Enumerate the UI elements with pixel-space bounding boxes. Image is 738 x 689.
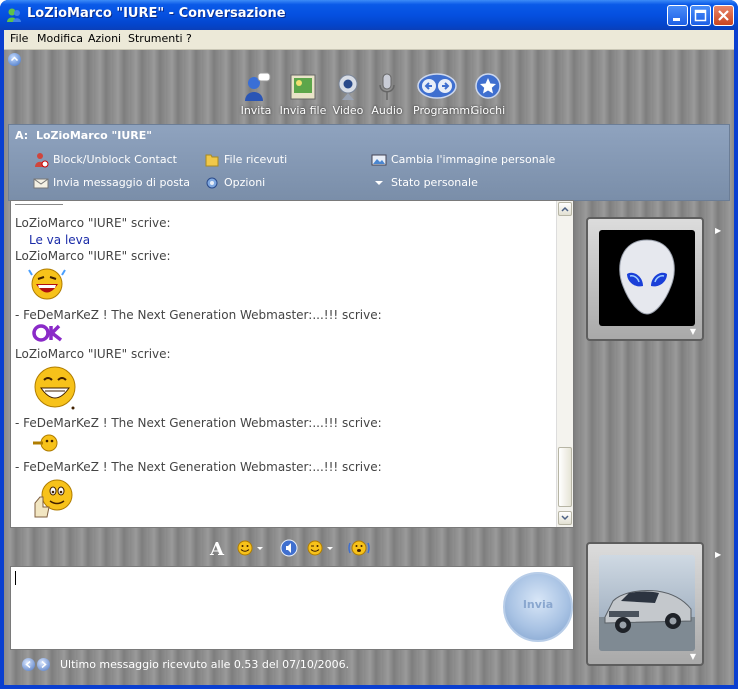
thumbs-up-emoticon	[34, 479, 73, 518]
message-text: Le va leva	[29, 233, 91, 247]
personal-status-label: Stato personale	[391, 176, 478, 189]
ok-emoticon	[32, 324, 63, 342]
options-icon	[206, 177, 218, 189]
scroll-up-button[interactable]	[558, 202, 572, 216]
toolbar-programs-label: Programmi	[413, 104, 474, 117]
my-picture-menu-arrow[interactable]: ▼	[690, 652, 696, 661]
maximize-button[interactable]	[690, 5, 711, 26]
conversation-client-area: Invita Invia file Video Audio Programmi …	[4, 50, 734, 685]
menu-modifica[interactable]: Modifica	[37, 32, 83, 45]
message-sender-line: LoZioMarco "IURE" scrive:	[15, 249, 171, 263]
invite-icon	[245, 72, 271, 101]
window-title: LoZioMarco "IURE" - Conversazione	[27, 6, 286, 21]
wink-icon[interactable]	[306, 539, 336, 557]
recipient-name: LoZioMarco "IURE"	[35, 129, 153, 142]
microphone-icon	[379, 73, 395, 100]
message-sender-line: LoZioMarco "IURE" scrive:	[15, 347, 171, 361]
recipient-panel: A: LoZioMarco "IURE" Block/Unblock Conta…	[8, 124, 730, 201]
menu-file[interactable]: File	[10, 32, 28, 45]
minimize-icon	[673, 18, 680, 21]
toolbar-invite[interactable]: Invita	[232, 72, 280, 117]
my-display-picture[interactable]: ▼	[586, 542, 704, 666]
alien-head-icon	[619, 239, 675, 315]
car-avatar-image	[599, 555, 695, 651]
email-icon	[33, 178, 49, 189]
folder-icon	[205, 154, 219, 167]
my-picture-expand-icon[interactable]: ▶	[715, 550, 721, 559]
scroll-thumb[interactable]	[558, 447, 572, 507]
toolbar-audio[interactable]: Audio	[363, 72, 411, 117]
scroll-down-button[interactable]	[558, 511, 572, 525]
send-button[interactable]: Invia	[503, 572, 573, 642]
conversation-history[interactable]: LoZioMarco "IURE" scrive: Le va leva LoZ…	[10, 200, 574, 528]
options-label: Opzioni	[224, 176, 266, 189]
conversation-window: LoZioMarco "IURE" - Conversazione File M…	[0, 0, 738, 689]
laughing-emoticon	[28, 268, 66, 300]
collapse-toolbar-button[interactable]	[8, 53, 21, 66]
block-contact-icon	[35, 153, 49, 168]
voice-clip-icon[interactable]	[280, 539, 298, 557]
msn-buddy-icon	[7, 8, 21, 22]
history-scrollbar[interactable]	[556, 201, 573, 527]
svg-text:A: A	[209, 539, 225, 558]
send-file-icon	[290, 74, 316, 100]
toolbar-games-label: Giochi	[470, 104, 506, 117]
recipient-line: A: LoZioMarco "IURE"	[15, 129, 152, 142]
menu-azioni[interactable]: Azioni	[88, 32, 121, 45]
arrow-left-icon	[25, 660, 31, 669]
webcam-icon	[338, 74, 358, 100]
send-email-label: Invia messaggio di posta	[53, 176, 190, 189]
next-button[interactable]	[37, 658, 50, 671]
close-button[interactable]	[713, 5, 734, 26]
block-unblock-contact-label: Block/Unblock Contact	[53, 153, 177, 166]
grinning-emoticon	[34, 366, 76, 410]
recipient-prefix: A:	[15, 129, 29, 142]
change-picture-label: Cambia l'immagine personale	[391, 153, 556, 166]
conversation-history-content: LoZioMarco "IURE" scrive: Le va leva LoZ…	[11, 201, 556, 527]
title-bar[interactable]: LoZioMarco "IURE" - Conversazione	[0, 0, 738, 30]
emoticon-picker-icon[interactable]	[236, 539, 266, 557]
chevron-up-icon	[561, 206, 569, 212]
arrow-right-icon	[41, 660, 47, 669]
toolbar-programs[interactable]: Programmi	[413, 72, 474, 117]
car-image-icon	[599, 590, 695, 651]
minimize-button[interactable]	[667, 5, 688, 26]
chevron-down-icon	[561, 515, 569, 521]
message-input[interactable]: Invia	[10, 566, 574, 650]
message-sender-line: LoZioMarco "IURE" scrive:	[15, 216, 171, 230]
previous-button[interactable]	[22, 658, 35, 671]
picture-icon	[371, 154, 387, 166]
status-bar-text: Ultimo messaggio ricevuto alle 0.53 del …	[60, 658, 350, 671]
programs-icon	[417, 73, 457, 99]
history-divider	[15, 204, 63, 205]
close-icon	[718, 10, 729, 21]
contact-picture-expand-icon[interactable]: ▶	[715, 226, 721, 235]
formatting-toolbar: A	[208, 538, 378, 560]
games-icon	[475, 73, 501, 99]
contact-display-picture[interactable]: ▼	[586, 217, 704, 341]
dropdown-arrow-icon	[375, 181, 383, 185]
menu-help[interactable]: ?	[186, 32, 192, 45]
message-sender-line: - FeDeMarKeZ ! The Next Generation Webma…	[15, 308, 382, 322]
text-caret	[15, 571, 16, 585]
received-files-label: File ricevuti	[224, 153, 288, 166]
send-button-label: Invia	[522, 598, 554, 611]
menu-strumenti[interactable]: Strumenti	[128, 32, 183, 45]
message-sender-line: - FeDeMarKeZ ! The Next Generation Webma…	[15, 416, 382, 430]
nudge-icon[interactable]	[348, 538, 370, 558]
toolbar-audio-label: Audio	[371, 104, 403, 117]
toolbar-games[interactable]: Giochi	[464, 72, 512, 117]
message-sender-line: - FeDeMarKeZ ! The Next Generation Webma…	[15, 460, 382, 474]
toolbar-invite-label: Invita	[240, 104, 272, 117]
chevron-up-icon	[10, 56, 19, 62]
alien-avatar-image	[599, 230, 695, 326]
toolbar-send-file-label: Invia file	[279, 104, 327, 117]
maximize-icon	[694, 9, 707, 22]
menu-bar: File Modifica Azioni Strumenti ?	[4, 30, 734, 50]
font-icon[interactable]: A	[208, 538, 228, 558]
pointing-emoticon	[33, 434, 58, 452]
toolbar-send-file[interactable]: Invia file	[279, 72, 327, 117]
contact-picture-menu-arrow[interactable]: ▼	[690, 327, 696, 336]
